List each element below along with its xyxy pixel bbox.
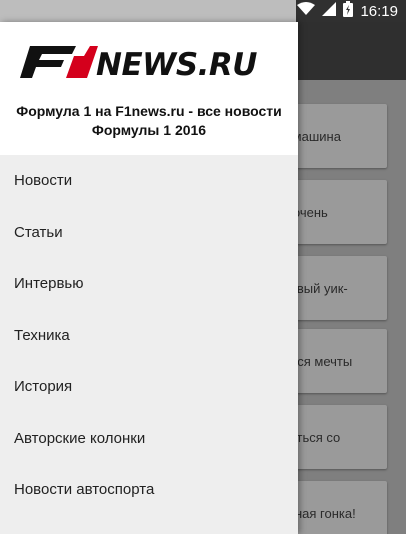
status-bar: 16:19 [0,0,406,22]
drawer-header-title: Формула 1 на F1news.ru - все новости Фор… [16,103,282,138]
navigation-drawer: NEWS.RU Формула 1 на F1news.ru - все нов… [0,22,298,534]
f1news-logo: NEWS.RU [20,46,258,80]
status-bar-system-area: 16:19 [296,0,406,22]
cellular-signal-icon [322,1,337,21]
menu-item-motorsport-news[interactable]: Новости автоспорта [0,464,298,516]
menu-item-articles[interactable]: Статьи [0,207,298,259]
menu-item-news[interactable]: Новости [0,155,298,207]
status-time: 16:19 [360,2,398,20]
drawer-menu: Новости Статьи Интервью Техника История … [0,155,298,516]
svg-text:NEWS.RU: NEWS.RU [96,47,257,80]
battery-charging-icon [343,0,354,22]
menu-item-technology[interactable]: Техника [0,310,298,362]
menu-item-history[interactable]: История [0,361,298,413]
menu-item-interviews[interactable]: Интервью [0,258,298,310]
drawer-header: NEWS.RU Формула 1 на F1news.ru - все нов… [0,22,298,155]
wifi-icon [297,1,316,21]
menu-item-author-columns[interactable]: Авторские колонки [0,413,298,465]
